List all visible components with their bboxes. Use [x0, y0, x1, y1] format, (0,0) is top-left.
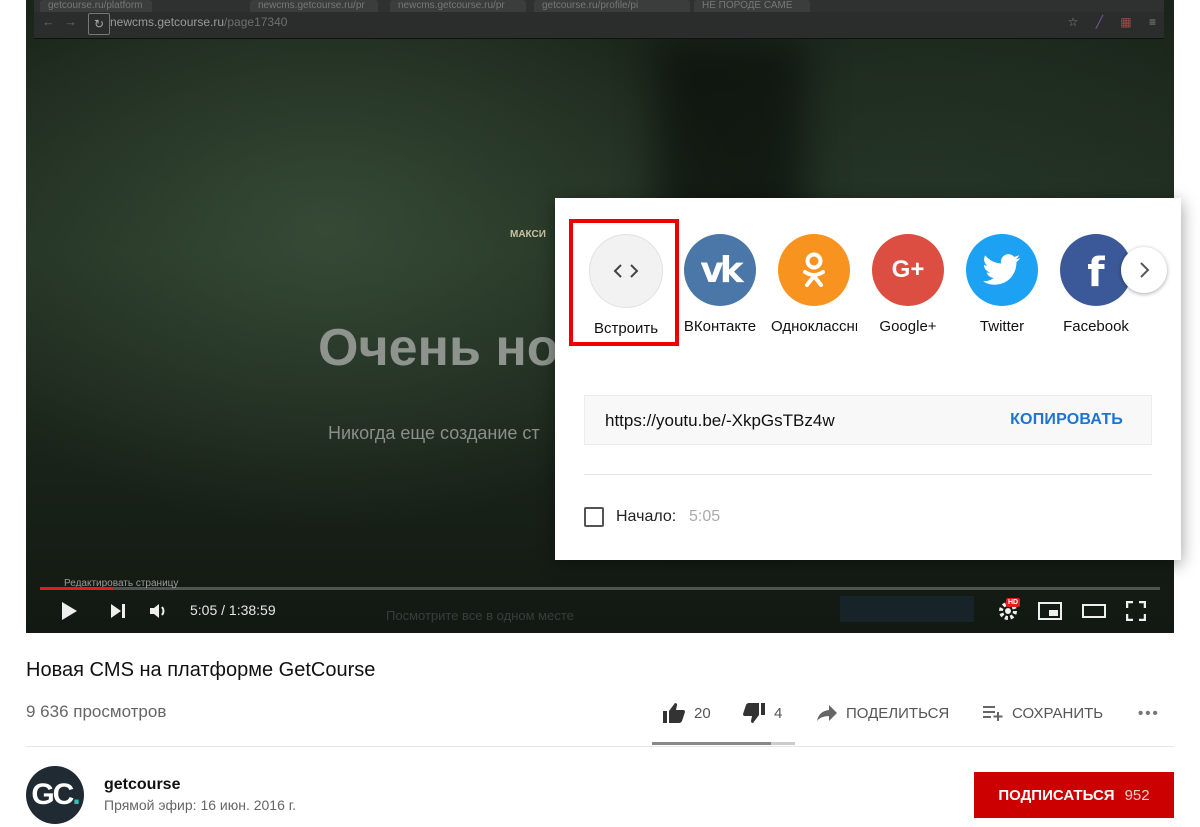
fullscreen-button[interactable] [1122, 592, 1150, 630]
channel-name[interactable]: getcourse [104, 776, 180, 794]
video-ghost-text: Посмотрите все в одном месте [386, 608, 574, 623]
volume-button[interactable] [144, 592, 172, 630]
video-ghost-box [840, 596, 974, 622]
play-icon [62, 602, 77, 620]
video-logo-text: МАКСИ [510, 229, 546, 240]
share-vk-circle: vk [684, 234, 756, 306]
channel-avatar[interactable]: GC. [26, 766, 84, 824]
inner-back-icon: ← [42, 14, 55, 29]
embed-highlight-box [569, 219, 679, 346]
start-at-label: Начало: [616, 508, 677, 525]
start-at-time[interactable]: 5:05 [689, 508, 720, 526]
video-time: 5:05 / 1:38:59 [190, 602, 276, 618]
share-odnoklassniki-circle [778, 234, 850, 306]
hd-badge: HD [1006, 598, 1021, 607]
inner-url-host: newcms.getcourse.ru [110, 15, 225, 29]
facebook-icon: f [1087, 250, 1105, 296]
share-link-box: https://youtu.be/-XkpGsTBz4w КОПИРОВАТЬ [584, 395, 1152, 445]
volume-icon [150, 604, 165, 618]
chevron-right-icon [1140, 262, 1150, 278]
share-link-input[interactable]: https://youtu.be/-XkpGsTBz4w [605, 411, 835, 431]
playlist-add-icon [983, 706, 1003, 721]
inner-tab: getcourse.ru/profile/pi [534, 0, 690, 12]
like-ratio-bar [652, 742, 795, 745]
share-twitter-label: Twitter [979, 318, 1025, 335]
share-button[interactable]: ПОДЕЛИТЬСЯ [816, 700, 949, 726]
share-google-plus-label: Google+ [879, 318, 937, 335]
share-divider [584, 474, 1152, 475]
video-progress-bar[interactable] [40, 587, 1160, 590]
inner-url-path: /page17340 [224, 15, 288, 29]
odnoklassniki-icon [803, 252, 825, 287]
inner-tab: getcourse.ru/platform [40, 0, 152, 12]
inner-forward-icon: → [64, 14, 77, 29]
video-subtitle: Никогда еще создание ст [328, 423, 540, 443]
video-progress-fill [40, 587, 113, 590]
inner-tab: newcms.getcourse.ru/pr [390, 0, 526, 12]
google-plus-icon: G+ [891, 256, 925, 283]
video-controls: 5:05 / 1:38:59 Посмотрите все в одном ме… [26, 592, 1174, 630]
play-button[interactable] [54, 592, 84, 630]
subscribe-button[interactable]: ПОДПИСАТЬСЯ 952 [974, 772, 1174, 818]
share-vk-button[interactable]: vk ВКонтакте [677, 234, 763, 335]
avatar-dot: . [72, 778, 80, 811]
inner-url: newcms.getcourse.ru/page17340 [110, 15, 287, 29]
inner-tab: НЕ ПОРОДЕ САМЕ [694, 0, 810, 12]
share-button-label: ПОДЕЛИТЬСЯ [846, 704, 950, 722]
inner-menu-icon: ≡ [1148, 15, 1156, 29]
subscriber-count: 952 [1124, 786, 1150, 804]
theater-mode-button[interactable] [1080, 592, 1108, 630]
save-button[interactable]: СОХРАНИТЬ [982, 700, 1103, 726]
share-twitter-button[interactable]: Twitter [959, 234, 1045, 335]
share-twitter-circle [966, 234, 1038, 306]
settings-button[interactable]: HD [992, 592, 1024, 630]
skip-next-icon [111, 604, 125, 618]
theater-mode-icon [1082, 604, 1106, 618]
share-dialog: Встроить vk ВКонтакте Одноклассники G+ G… [555, 198, 1181, 560]
video-headline: Очень но [318, 319, 559, 377]
next-button[interactable] [104, 592, 132, 630]
share-odnoklassniki-button[interactable]: Одноклассники [771, 234, 857, 335]
like-count: 20 [694, 704, 711, 722]
like-ratio-fill [652, 742, 771, 745]
publish-date: Прямой эфир: 16 июн. 2016 г. [104, 797, 297, 813]
copy-link-button[interactable]: КОПИРОВАТЬ [1010, 411, 1123, 429]
start-at-checkbox[interactable] [584, 507, 604, 527]
dislike-button[interactable]: 4 [742, 700, 782, 726]
subscribe-label: ПОДПИСАТЬСЯ [998, 786, 1115, 804]
miniplayer-button[interactable] [1036, 592, 1064, 630]
thumbs-up-icon [663, 703, 685, 723]
share-odnoklassniki-label: Одноклассники [771, 318, 857, 335]
share-vk-label: ВКонтакте [683, 318, 757, 335]
fullscreen-icon [1126, 601, 1146, 621]
share-arrow-icon [817, 705, 837, 721]
share-facebook-label: Facebook [1063, 318, 1129, 335]
vk-icon: vk [700, 249, 743, 291]
inner-browser-tabstrip: getcourse.ru/platform newcms.getcourse.r… [34, 0, 1164, 12]
thumbs-down-icon [743, 703, 765, 723]
inner-tab: newcms.getcourse.ru/pr [250, 0, 378, 12]
inner-star-icon: ☆ [1067, 15, 1079, 29]
miniplayer-icon [1038, 602, 1062, 620]
inner-pen-icon: ╱ [1095, 15, 1103, 29]
view-count: 9 636 просмотров [26, 702, 167, 721]
info-separator [26, 746, 1174, 747]
inner-extension-icon: ▦ [1120, 15, 1132, 29]
video-title: Новая CMS на платформе GetCourse [26, 659, 376, 681]
dislike-count: 4 [774, 704, 783, 722]
avatar-text: GC [31, 778, 74, 811]
share-google-plus-button[interactable]: G+ Google+ [865, 234, 951, 335]
inner-toolbar-icons: ☆ ╱ ▦ ≡ [1054, 15, 1156, 29]
twitter-icon [983, 254, 1021, 285]
inner-reload-icon: ↻ [88, 13, 110, 35]
save-button-label: СОХРАНИТЬ [1012, 704, 1104, 722]
share-google-plus-circle: G+ [872, 234, 944, 306]
share-next-button[interactable] [1121, 247, 1167, 293]
more-actions-button[interactable]: ••• [1138, 700, 1160, 726]
like-button[interactable]: 20 [662, 700, 711, 726]
